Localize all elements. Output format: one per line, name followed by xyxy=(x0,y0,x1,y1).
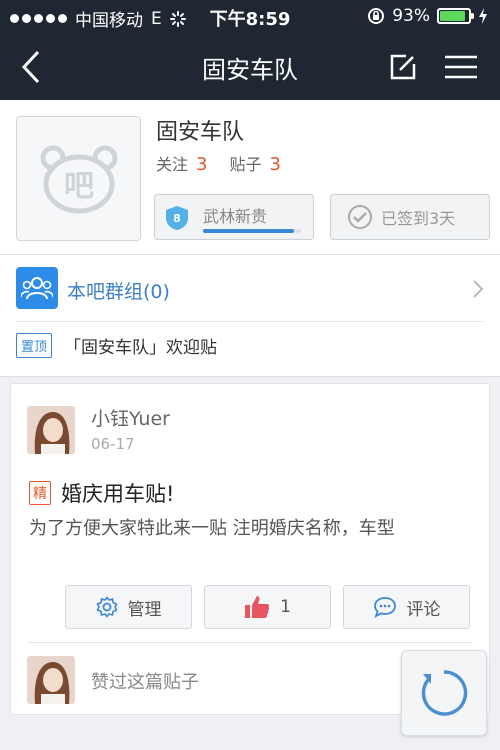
compose-button[interactable] xyxy=(384,48,422,86)
battery-icon xyxy=(437,8,474,24)
post-date: 06-17 xyxy=(91,435,135,453)
status-bar: 中国移动 E 下午8:59 93% xyxy=(0,0,500,34)
divider xyxy=(27,642,473,643)
svg-text:8: 8 xyxy=(173,212,181,225)
signin-button[interactable]: 已签到3天 xyxy=(330,194,490,240)
level-shield-icon: 8 xyxy=(166,206,188,230)
pinned-post-row[interactable]: 置顶 「固安车队」欢迎贴 xyxy=(16,333,217,358)
forum-avatar[interactable]: 吧 xyxy=(16,116,141,241)
hamburger-menu-icon xyxy=(445,55,477,79)
tieba-bear-placeholder-icon: 吧 xyxy=(40,145,117,213)
comment-bubble-icon xyxy=(373,597,396,618)
people-group-icon xyxy=(16,267,58,309)
svg-text:吧: 吧 xyxy=(64,169,94,204)
like-button[interactable]: 1 xyxy=(204,585,331,629)
post-actions: 管理 1 评论 xyxy=(65,585,470,629)
liked-by-text: 赞过这篇贴子 xyxy=(91,672,199,693)
navigation-bar: 固安车队 xyxy=(0,34,500,100)
follow-count: 3 xyxy=(196,154,208,175)
pinned-post-title: 「固安车队」欢迎贴 xyxy=(64,338,218,358)
liker-avatar[interactable] xyxy=(27,656,75,704)
post-title-row: 精 婚庆用车贴! xyxy=(29,478,174,508)
check-circle-icon xyxy=(348,205,372,229)
user-avatar[interactable] xyxy=(27,406,75,454)
forum-name: 固安车队 xyxy=(156,120,245,145)
compose-icon xyxy=(390,54,416,80)
comment-label: 评论 xyxy=(406,599,441,620)
rotation-lock-icon xyxy=(368,8,385,24)
manage-button[interactable]: 管理 xyxy=(65,585,192,629)
posts-label: 贴子 xyxy=(229,155,262,174)
level-progress-bar xyxy=(203,229,301,233)
group-row[interactable]: 本吧群组(0) xyxy=(0,255,500,321)
post-username[interactable]: 小钰Yuer xyxy=(91,404,170,431)
signin-label: 已签到3天 xyxy=(381,209,456,228)
manage-label: 管理 xyxy=(127,599,162,620)
comment-button[interactable]: 评论 xyxy=(343,585,470,629)
group-label: 本吧群组(0) xyxy=(67,281,170,303)
follow-label: 关注 xyxy=(156,155,189,174)
divider xyxy=(16,321,484,322)
refresh-icon xyxy=(421,670,468,716)
forum-stats: 关注 3 贴子 3 xyxy=(156,151,295,175)
thumbs-up-icon xyxy=(245,596,270,618)
charging-icon xyxy=(479,8,487,24)
post-title: 婚庆用车贴! xyxy=(61,482,175,506)
forum-header: 吧 固安车队 关注 3 贴子 3 8 武林新贵 已签到3天 xyxy=(0,100,500,255)
menu-button[interactable] xyxy=(442,48,480,86)
post-body: 为了方便大家特此来一贴 注明婚庆名称，车型 xyxy=(29,518,395,539)
posts-count: 3 xyxy=(269,154,281,175)
level-title: 武林新贵 xyxy=(203,207,268,226)
like-count: 1 xyxy=(280,597,291,617)
gear-icon xyxy=(96,596,117,618)
refresh-button[interactable] xyxy=(401,650,487,736)
forum-links-section: 本吧群组(0) 置顶 「固安车队」欢迎贴 xyxy=(0,255,500,377)
level-button[interactable]: 8 武林新贵 xyxy=(154,194,314,240)
featured-tag: 精 xyxy=(29,481,51,505)
battery-percent: 93% xyxy=(392,6,430,26)
pinned-tag: 置顶 xyxy=(16,333,53,358)
chevron-right-icon xyxy=(473,280,484,298)
page-title: 固安车队 xyxy=(202,56,298,84)
